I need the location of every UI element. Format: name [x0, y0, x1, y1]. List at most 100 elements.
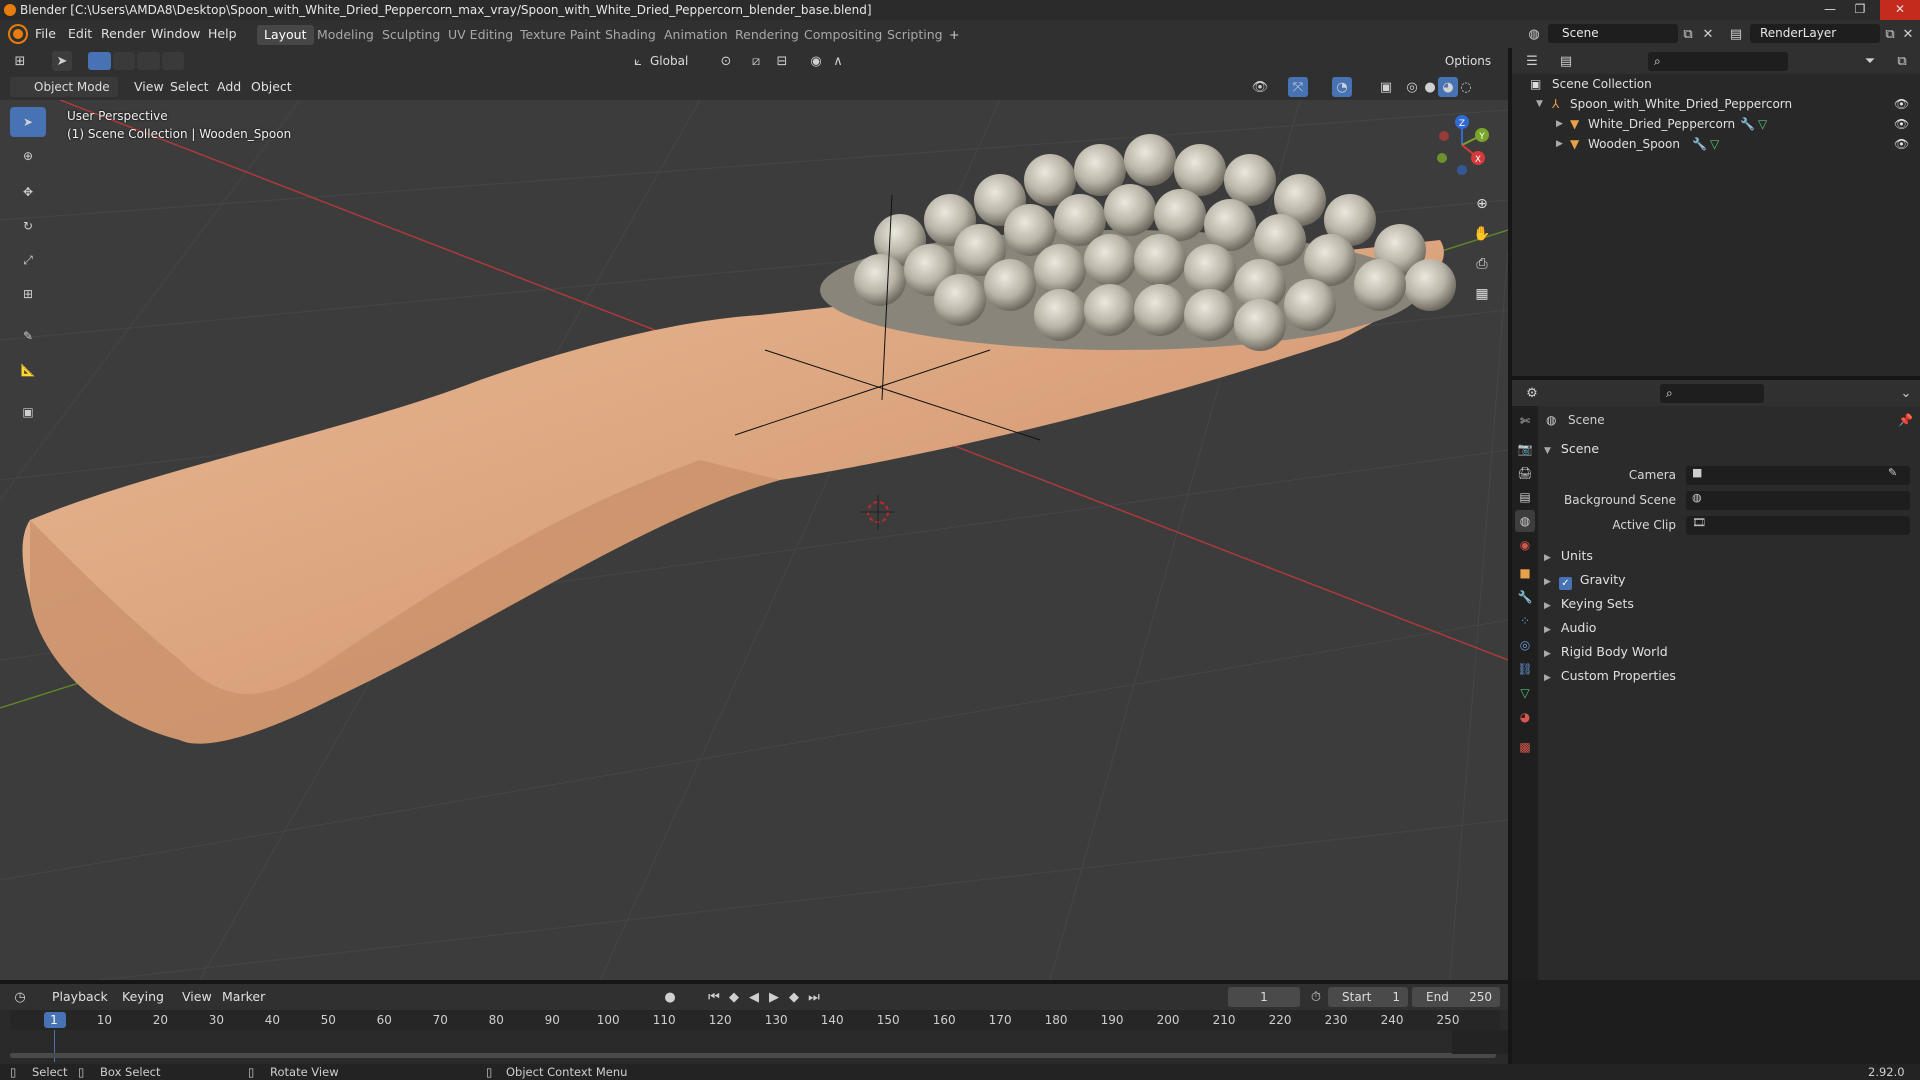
- cursor-tool-icon[interactable]: ⊕: [10, 141, 46, 171]
- solid-shading-icon[interactable]: ●: [1420, 77, 1440, 97]
- outliner-row-scene-collection[interactable]: ▣ Scene Collection: [1512, 74, 1920, 94]
- viewport-menu-add[interactable]: Add: [211, 77, 247, 97]
- expand-chevron-icon[interactable]: ▶: [1556, 114, 1563, 134]
- background-scene-field[interactable]: ◍: [1686, 491, 1910, 510]
- navigation-gizmo[interactable]: Z Y X: [1420, 110, 1500, 180]
- annotate-tool-icon[interactable]: ✎: [10, 321, 46, 351]
- measure-tool-icon[interactable]: 📐: [10, 355, 46, 385]
- timeline-menu-marker[interactable]: Marker: [216, 987, 271, 1007]
- constraints-tab-icon[interactable]: ⛓: [1515, 658, 1535, 680]
- rigid-body-world-panel-header[interactable]: ▶ Rigid Body World: [1544, 641, 1668, 663]
- delete-scene-icon[interactable]: ✕: [1698, 24, 1718, 44]
- end-frame-field[interactable]: End 250: [1412, 987, 1500, 1007]
- prev-keyframe-icon[interactable]: ◆: [724, 987, 744, 1007]
- gravity-checkbox[interactable]: ✓: [1558, 577, 1572, 590]
- camera-view-icon[interactable]: ⎙: [1470, 252, 1494, 276]
- world-tab-icon[interactable]: ◉: [1515, 534, 1535, 556]
- outliner-search-input[interactable]: ⌕: [1648, 52, 1788, 71]
- object-mode-dropdown[interactable]: Object Mode: [10, 77, 118, 97]
- peppercorn-pile[interactable]: [820, 134, 1456, 351]
- render-tab-icon[interactable]: 📷: [1515, 438, 1535, 460]
- timeline-menu-view[interactable]: View: [176, 987, 218, 1007]
- close-button[interactable]: ✕: [1880, 0, 1920, 20]
- maximize-button[interactable]: ❐: [1845, 0, 1875, 20]
- scene-selector-icon[interactable]: ◍: [1524, 24, 1544, 44]
- overlay-toggle-icon[interactable]: ◔: [1332, 77, 1352, 97]
- new-scene-icon[interactable]: ⧉: [1678, 24, 1698, 44]
- viewport-menu-select[interactable]: Select: [164, 77, 215, 97]
- rendered-shading-icon[interactable]: ◌: [1456, 77, 1476, 97]
- play-icon[interactable]: ▶: [764, 987, 784, 1007]
- expand-chevron-icon[interactable]: ▼: [1536, 94, 1543, 114]
- tab-compositing[interactable]: Compositing: [797, 25, 889, 45]
- menu-render[interactable]: Render: [96, 25, 151, 43]
- units-panel-header[interactable]: ▶ Units: [1544, 545, 1593, 567]
- timeline-scrollbar[interactable]: [10, 1053, 1496, 1058]
- menu-help[interactable]: Help: [203, 25, 242, 43]
- jump-end-icon[interactable]: ⏭: [804, 987, 824, 1007]
- editor-type-icon[interactable]: ⊞: [10, 51, 30, 71]
- modifier-tab-icon[interactable]: 🔧: [1515, 586, 1535, 608]
- render-layer-field[interactable]: RenderLayer: [1750, 24, 1880, 43]
- visibility-icon[interactable]: 👁: [1250, 77, 1270, 97]
- tab-modeling[interactable]: Modeling: [310, 25, 381, 45]
- select-invert-icon[interactable]: [161, 52, 184, 70]
- current-frame-field[interactable]: 1: [1228, 987, 1300, 1007]
- custom-properties-panel-header[interactable]: ▶ Custom Properties: [1544, 665, 1676, 687]
- falloff-icon[interactable]: ∧: [828, 51, 848, 71]
- object-tab-icon[interactable]: ■: [1515, 562, 1535, 584]
- select-box-icon[interactable]: ➤: [10, 107, 46, 137]
- texture-tab-icon[interactable]: ▩: [1515, 736, 1535, 758]
- outliner-editor-icon[interactable]: ☰: [1522, 51, 1542, 71]
- select-tool-icon[interactable]: ➤: [52, 51, 72, 71]
- 3d-cursor[interactable]: [861, 495, 895, 530]
- outliner-row-peppercorn[interactable]: ▶ ▼ White_Dried_Peppercorn 🔧 ▽ 👁: [1512, 114, 1920, 134]
- blender-menu-icon[interactable]: [10, 26, 26, 42]
- outliner-row-spoon[interactable]: ▶ ▼ Wooden_Spoon 🔧 ▽ 👁: [1512, 134, 1920, 154]
- properties-search-input[interactable]: ⌕: [1660, 384, 1764, 403]
- properties-editor-icon[interactable]: ⚙: [1522, 383, 1542, 403]
- wireframe-shading-icon[interactable]: ◎: [1402, 77, 1422, 97]
- eye-icon[interactable]: 👁: [1894, 94, 1909, 114]
- data-tab-icon[interactable]: ▽: [1515, 682, 1535, 704]
- minimize-button[interactable]: —: [1815, 0, 1845, 20]
- properties-options-chevron-icon[interactable]: ⌄: [1896, 383, 1916, 403]
- menu-file[interactable]: File: [30, 25, 61, 43]
- zoom-icon[interactable]: ⊕: [1470, 192, 1494, 216]
- snap-icon[interactable]: ⧄: [746, 51, 766, 71]
- start-frame-field[interactable]: Start 1: [1328, 987, 1408, 1007]
- tab-uv-editing[interactable]: UV Editing: [441, 25, 520, 45]
- next-keyframe-icon[interactable]: ◆: [784, 987, 804, 1007]
- ortho-grid-icon[interactable]: ▦: [1470, 282, 1494, 306]
- select-subtract-icon[interactable]: [137, 52, 160, 70]
- gravity-panel-header[interactable]: ▶ ✓ Gravity: [1544, 569, 1626, 591]
- particles-tab-icon[interactable]: ⁘: [1515, 610, 1535, 632]
- select-new-icon[interactable]: [88, 52, 111, 70]
- gizmo-toggle-icon[interactable]: ⤧: [1288, 77, 1308, 97]
- eye-icon[interactable]: 👁: [1894, 114, 1909, 134]
- tab-scripting[interactable]: Scripting: [880, 25, 950, 45]
- orientation-dropdown[interactable]: Global: [646, 51, 708, 71]
- rotate-tool-icon[interactable]: ↻: [10, 211, 46, 241]
- outliner-row-collection[interactable]: ▼ ⅄ Spoon_with_White_Dried_Peppercorn 👁: [1512, 94, 1920, 114]
- 3d-viewport[interactable]: User Perspective (1) Scene Collection | …: [0, 100, 1508, 980]
- eyedropper-icon[interactable]: ✎: [1888, 466, 1897, 479]
- tab-layout[interactable]: Layout: [257, 25, 314, 45]
- view-layer-icon[interactable]: ▤: [1726, 24, 1746, 44]
- eye-icon[interactable]: 👁: [1894, 134, 1909, 154]
- tab-rendering[interactable]: Rendering: [728, 25, 806, 45]
- tab-shading[interactable]: Shading: [598, 25, 663, 45]
- record-icon[interactable]: ●: [660, 987, 680, 1007]
- active-clip-field[interactable]: 🎞: [1686, 516, 1910, 535]
- display-mode-icon[interactable]: ▤: [1556, 51, 1576, 71]
- audio-panel-header[interactable]: ▶ Audio: [1544, 617, 1596, 639]
- tab-sculpting[interactable]: Sculpting: [375, 25, 447, 45]
- scene-panel-header[interactable]: ▼ Scene: [1544, 438, 1599, 460]
- jump-start-icon[interactable]: ⏮: [704, 987, 724, 1007]
- filter-icon[interactable]: ⏷: [1860, 51, 1880, 71]
- scene-name-field[interactable]: Scene: [1548, 24, 1678, 43]
- add-workspace-button[interactable]: +: [942, 25, 966, 45]
- material-shading-icon[interactable]: ◕: [1438, 77, 1458, 97]
- expand-chevron-icon[interactable]: ▶: [1556, 134, 1563, 154]
- timeline-editor-icon[interactable]: ◷: [10, 987, 30, 1007]
